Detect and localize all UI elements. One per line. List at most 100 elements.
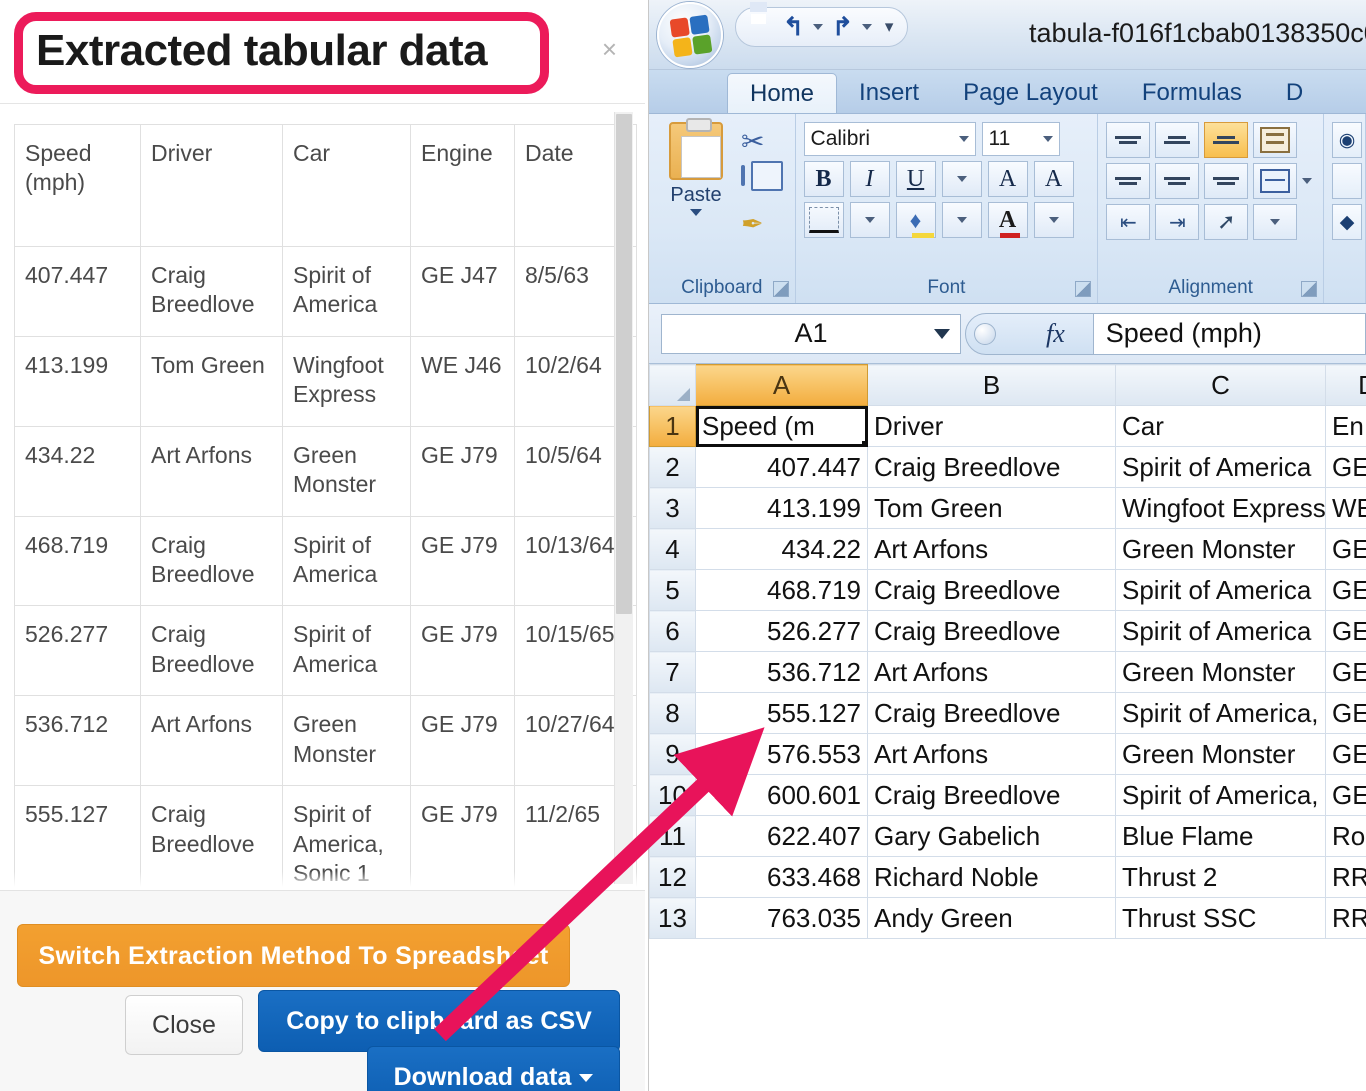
cell-a7[interactable]: 536.712	[695, 651, 868, 693]
cell-c11[interactable]: Blue Flame	[1115, 815, 1326, 857]
cell-c5[interactable]: Spirit of America	[1115, 569, 1326, 611]
select-all-corner[interactable]	[649, 364, 696, 406]
percent-style-icon[interactable]: ◆	[1332, 204, 1362, 240]
close-x-icon[interactable]: ×	[602, 36, 617, 62]
cell-a1[interactable]: Speed (m	[695, 405, 868, 447]
chevron-down-icon[interactable]	[958, 136, 969, 142]
cell-b12[interactable]: Richard Noble	[867, 856, 1116, 898]
grow-font-button[interactable]: A	[987, 161, 1028, 197]
customize-qat-icon[interactable]: ▾	[885, 17, 894, 37]
cell-c10[interactable]: Spirit of America,	[1115, 774, 1326, 816]
cell-a11[interactable]: 622.407	[695, 815, 868, 857]
column-header-c[interactable]: C	[1115, 364, 1326, 406]
undo-dropdown-icon[interactable]	[812, 24, 823, 30]
merge-dropdown-icon[interactable]	[1302, 178, 1313, 184]
borders-dropdown-icon[interactable]	[849, 202, 890, 238]
cell-a4[interactable]: 434.22	[695, 528, 868, 570]
tab-home[interactable]: Home	[727, 73, 838, 113]
cell-a6[interactable]: 526.277	[695, 610, 868, 652]
cell-c3[interactable]: Wingfoot Express	[1115, 487, 1326, 529]
chevron-down-icon[interactable]	[934, 328, 950, 339]
number-format-combobox[interactable]	[1332, 163, 1362, 199]
scissors-icon[interactable]: ✂	[741, 126, 777, 160]
cell-d11[interactable]: Ro	[1325, 815, 1366, 857]
cell-d7[interactable]: GE	[1325, 651, 1366, 693]
cell-a5[interactable]: 468.719	[695, 569, 868, 611]
office-orb-icon[interactable]	[657, 2, 723, 68]
cell-d12[interactable]: RR	[1325, 856, 1366, 898]
cancel-entry-icon[interactable]	[974, 322, 996, 345]
fill-color-dropdown-icon[interactable]	[941, 202, 982, 238]
row-header-13[interactable]: 13	[649, 897, 696, 939]
cell-d3[interactable]: WE	[1325, 487, 1366, 529]
align-middle-icon[interactable]	[1155, 122, 1200, 158]
row-header-8[interactable]: 8	[649, 692, 696, 734]
cell-b3[interactable]: Tom Green	[867, 487, 1116, 529]
modal-scrollbar[interactable]	[614, 112, 633, 884]
redo-arrow-icon[interactable]: ↱	[832, 14, 853, 40]
save-disk-icon[interactable]	[746, 13, 774, 41]
align-bottom-icon[interactable]	[1204, 122, 1249, 158]
cell-c8[interactable]: Spirit of America,	[1115, 692, 1326, 734]
align-center-icon[interactable]	[1155, 163, 1200, 199]
font-color-dropdown-icon[interactable]	[1033, 202, 1074, 238]
cell-a3[interactable]: 413.199	[695, 487, 868, 529]
cell-a12[interactable]: 633.468	[695, 856, 868, 898]
cell-a9[interactable]: 576.553	[695, 733, 868, 775]
row-header-12[interactable]: 12	[649, 856, 696, 898]
font-dialog-launcher-icon[interactable]	[1075, 281, 1092, 297]
cell-c2[interactable]: Spirit of America	[1115, 446, 1326, 488]
chevron-down-icon[interactable]	[1042, 136, 1053, 142]
cell-c9[interactable]: Green Monster	[1115, 733, 1326, 775]
cell-b10[interactable]: Craig Breedlove	[867, 774, 1116, 816]
cell-b11[interactable]: Gary Gabelich	[867, 815, 1116, 857]
cell-c1[interactable]: Car	[1115, 405, 1326, 447]
align-left-icon[interactable]	[1106, 163, 1151, 199]
orientation-dropdown-icon[interactable]	[1253, 204, 1298, 240]
tab-page-layout[interactable]: Page Layout	[941, 73, 1120, 113]
cell-b1[interactable]: Driver	[867, 405, 1116, 447]
align-top-icon[interactable]	[1106, 122, 1151, 158]
column-header-d[interactable]: D	[1325, 364, 1366, 406]
cell-d1[interactable]: En,	[1325, 405, 1366, 447]
chevron-down-icon[interactable]	[690, 209, 702, 216]
fill-color-icon[interactable]: ♦	[895, 202, 936, 238]
cell-c4[interactable]: Green Monster	[1115, 528, 1326, 570]
row-header-11[interactable]: 11	[649, 815, 696, 857]
cell-d6[interactable]: GE	[1325, 610, 1366, 652]
clipboard-dialog-launcher-icon[interactable]	[772, 281, 789, 297]
decrease-indent-icon[interactable]: ⇤	[1106, 204, 1151, 240]
column-header-a[interactable]: A	[695, 364, 868, 406]
row-header-3[interactable]: 3	[649, 487, 696, 529]
cell-b4[interactable]: Art Arfons	[867, 528, 1116, 570]
row-header-7[interactable]: 7	[649, 651, 696, 693]
cell-d9[interactable]: GE	[1325, 733, 1366, 775]
tab-data[interactable]: D	[1264, 73, 1325, 113]
font-size-combobox[interactable]: 11	[981, 122, 1060, 156]
download-data-button[interactable]: Download data	[367, 1046, 620, 1091]
undo-arrow-icon[interactable]: ↰	[783, 14, 804, 40]
cell-d4[interactable]: GE	[1325, 528, 1366, 570]
row-header-2[interactable]: 2	[649, 446, 696, 488]
cell-a8[interactable]: 555.127	[695, 692, 868, 734]
cell-b9[interactable]: Art Arfons	[867, 733, 1116, 775]
orientation-icon[interactable]: ➚	[1204, 204, 1249, 240]
font-color-icon[interactable]: A	[987, 202, 1028, 238]
row-header-4[interactable]: 4	[649, 528, 696, 570]
copy-icon[interactable]	[741, 165, 777, 201]
alignment-dialog-launcher-icon[interactable]	[1301, 281, 1317, 297]
cell-a10[interactable]: 600.601	[695, 774, 868, 816]
merge-center-icon[interactable]	[1253, 163, 1298, 199]
cell-d2[interactable]: GE	[1325, 446, 1366, 488]
number-format-icon[interactable]: ◉	[1332, 122, 1362, 158]
font-name-combobox[interactable]: Calibri	[803, 122, 976, 156]
redo-dropdown-icon[interactable]	[861, 24, 872, 30]
column-header-b[interactable]: B	[867, 364, 1116, 406]
tab-insert[interactable]: Insert	[837, 73, 941, 113]
cell-a13[interactable]: 763.035	[695, 897, 868, 939]
name-box[interactable]: A1	[661, 313, 961, 354]
cell-c13[interactable]: Thrust SSC	[1115, 897, 1326, 939]
cell-d13[interactable]: RR	[1325, 897, 1366, 939]
cell-b6[interactable]: Craig Breedlove	[867, 610, 1116, 652]
wrap-text-icon[interactable]	[1253, 122, 1298, 158]
